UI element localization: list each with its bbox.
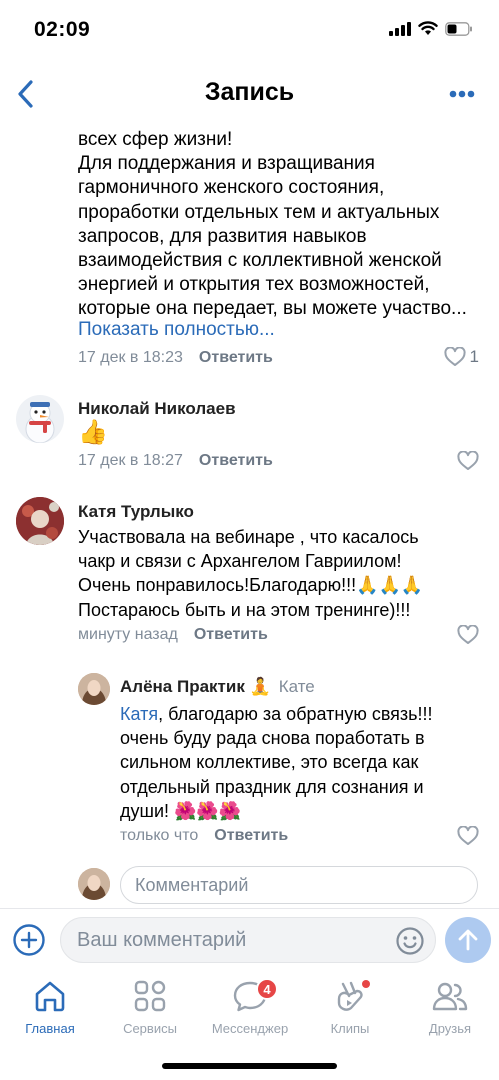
comment-text-line: Постараюсь быть и на этом тренинге)!!! xyxy=(78,599,411,620)
like-button[interactable] xyxy=(457,826,479,846)
heart-icon xyxy=(457,826,479,845)
thread-comment-input[interactable]: Комментарий xyxy=(120,866,478,904)
post-meta: 17 дек в 18:23 Ответить xyxy=(78,349,273,367)
comment-text: 👍 xyxy=(78,419,108,446)
comment-text-line: чакр и связи с Архангелом Гавриилом! xyxy=(78,551,402,572)
comment-text: Участвовала на вебинаре , что касалось ч… xyxy=(78,525,488,622)
arrow-up-icon xyxy=(458,929,478,951)
comment-author[interactable]: Катя Турлыко xyxy=(78,502,194,522)
more-button[interactable] xyxy=(447,84,477,104)
reply-text-line: души! 🌺🌺🌺 xyxy=(120,800,242,821)
home-indicator xyxy=(162,1063,337,1069)
avatar[interactable] xyxy=(78,673,110,705)
reply-text-line: сильном коллективе, это всегда как xyxy=(120,752,419,773)
attach-button[interactable] xyxy=(12,923,46,962)
plus-circle-icon xyxy=(13,924,45,956)
post-text-line: запросов, для развития навыков xyxy=(78,225,367,247)
nav-bar: Запись xyxy=(0,60,499,130)
reply-to-label[interactable]: Кате xyxy=(279,677,315,696)
heart-icon xyxy=(443,347,466,366)
user-photo-icon xyxy=(16,497,64,545)
like-button[interactable]: 1 xyxy=(443,347,479,367)
battery-icon xyxy=(445,21,472,36)
like-button[interactable] xyxy=(457,625,479,645)
page-title: Запись xyxy=(204,78,295,106)
comment-text-line: Очень понравилось!Благодарю!!!🙏🙏🙏 xyxy=(78,575,424,596)
post-text-line: Для поддержания и взращивания xyxy=(78,153,375,175)
cellular-signal-icon xyxy=(389,21,411,36)
reply-text-line: отдельный праздник для сознания и xyxy=(120,776,424,797)
comment-composer: Ваш комментарий xyxy=(0,908,499,970)
tab-label: Клипы xyxy=(330,1021,370,1036)
reply-button[interactable]: Ответить xyxy=(199,452,273,469)
comment-input[interactable]: Ваш комментарий xyxy=(60,917,436,963)
snowman-avatar-icon xyxy=(25,402,55,443)
reply-text: Катя, благодарю за обратную связь!!! оче… xyxy=(120,702,490,823)
tab-messenger[interactable]: 4 Мессенджер xyxy=(200,976,300,1036)
reply-button[interactable]: Ответить xyxy=(214,827,288,844)
post-text-line: взаимодействия с коллективной женской xyxy=(78,250,442,272)
avatar[interactable] xyxy=(16,497,64,545)
post-text-line: гармоничного женского состояния, xyxy=(78,177,385,199)
smile-icon xyxy=(396,927,424,955)
thread-reply-row: Комментарий xyxy=(78,866,478,904)
reply-text-line: Катя, благодарю за обратную связь!!! xyxy=(120,702,490,726)
tab-label: Мессенджер xyxy=(211,1021,289,1036)
show-more-link[interactable]: Показать полностью... xyxy=(78,319,275,341)
tab-services[interactable]: Сервисы xyxy=(100,976,200,1036)
tab-clips[interactable]: Клипы xyxy=(300,976,400,1036)
reply-text-line: очень буду рада снова поработать в xyxy=(120,728,425,749)
post-text-line: энергией и открытия тех возможностей, xyxy=(78,274,430,296)
reply-time: только что xyxy=(120,827,199,844)
post-text-line: всех сфер жизни! xyxy=(78,129,233,150)
comment-time: 17 дек в 18:27 xyxy=(78,452,183,469)
reply-button[interactable]: Ответить xyxy=(199,349,273,366)
comment-input-placeholder: Ваш комментарий xyxy=(77,928,247,951)
services-icon xyxy=(134,980,166,1012)
avatar[interactable] xyxy=(16,395,64,443)
post-text: всех сфер жизни! Для поддержания и взращ… xyxy=(78,128,483,322)
friends-icon xyxy=(432,982,468,1011)
tab-label: Главная xyxy=(25,1021,75,1036)
tab-label: Сервисы xyxy=(123,1021,177,1036)
status-time: 02:09 xyxy=(34,18,91,41)
heart-icon xyxy=(457,625,479,644)
reply-button[interactable]: Ответить xyxy=(194,626,268,643)
comment-meta: 17 дек в 18:27 Ответить xyxy=(78,452,273,470)
reply-author-name[interactable]: Алёна Практик 🧘 xyxy=(120,677,271,696)
comment-meta: минуту назад Ответить xyxy=(78,626,268,644)
wifi-icon xyxy=(418,21,438,35)
heart-icon xyxy=(457,451,479,470)
unread-badge: 4 xyxy=(256,978,278,1000)
tab-friends[interactable]: Друзья xyxy=(400,976,499,1036)
avatar xyxy=(78,868,110,900)
new-indicator-dot xyxy=(362,980,370,988)
tab-label: Друзья xyxy=(428,1021,472,1036)
status-icons xyxy=(389,21,473,36)
reply-meta: только что Ответить xyxy=(120,827,288,845)
user-photo-icon xyxy=(78,673,110,705)
like-button[interactable] xyxy=(457,451,479,471)
status-bar: 02:09 xyxy=(0,0,499,60)
like-count: 1 xyxy=(469,347,479,366)
comment-author[interactable]: Николай Николаев xyxy=(78,399,236,419)
mention-link[interactable]: Катя xyxy=(120,704,158,724)
reply-text-fragment: , благодарю за обратную связь!!! xyxy=(158,704,433,724)
user-photo-icon xyxy=(78,868,110,900)
post-text-line: проработки отдельных тем и актуальных xyxy=(78,201,440,223)
comment-time: минуту назад xyxy=(78,626,178,643)
more-dots-icon xyxy=(449,90,475,98)
send-button[interactable] xyxy=(445,917,491,963)
reply-author: Алёна Практик 🧘 Кате xyxy=(120,677,315,697)
home-icon xyxy=(35,981,65,1012)
tab-home[interactable]: Главная xyxy=(0,976,100,1036)
post-time: 17 дек в 18:23 xyxy=(78,349,183,366)
emoji-button[interactable] xyxy=(395,926,425,962)
comment-text-line: Участвовала на вебинаре , что касалось xyxy=(78,527,419,547)
post-text-line: которые она передает, вы можете участво.… xyxy=(78,298,467,320)
